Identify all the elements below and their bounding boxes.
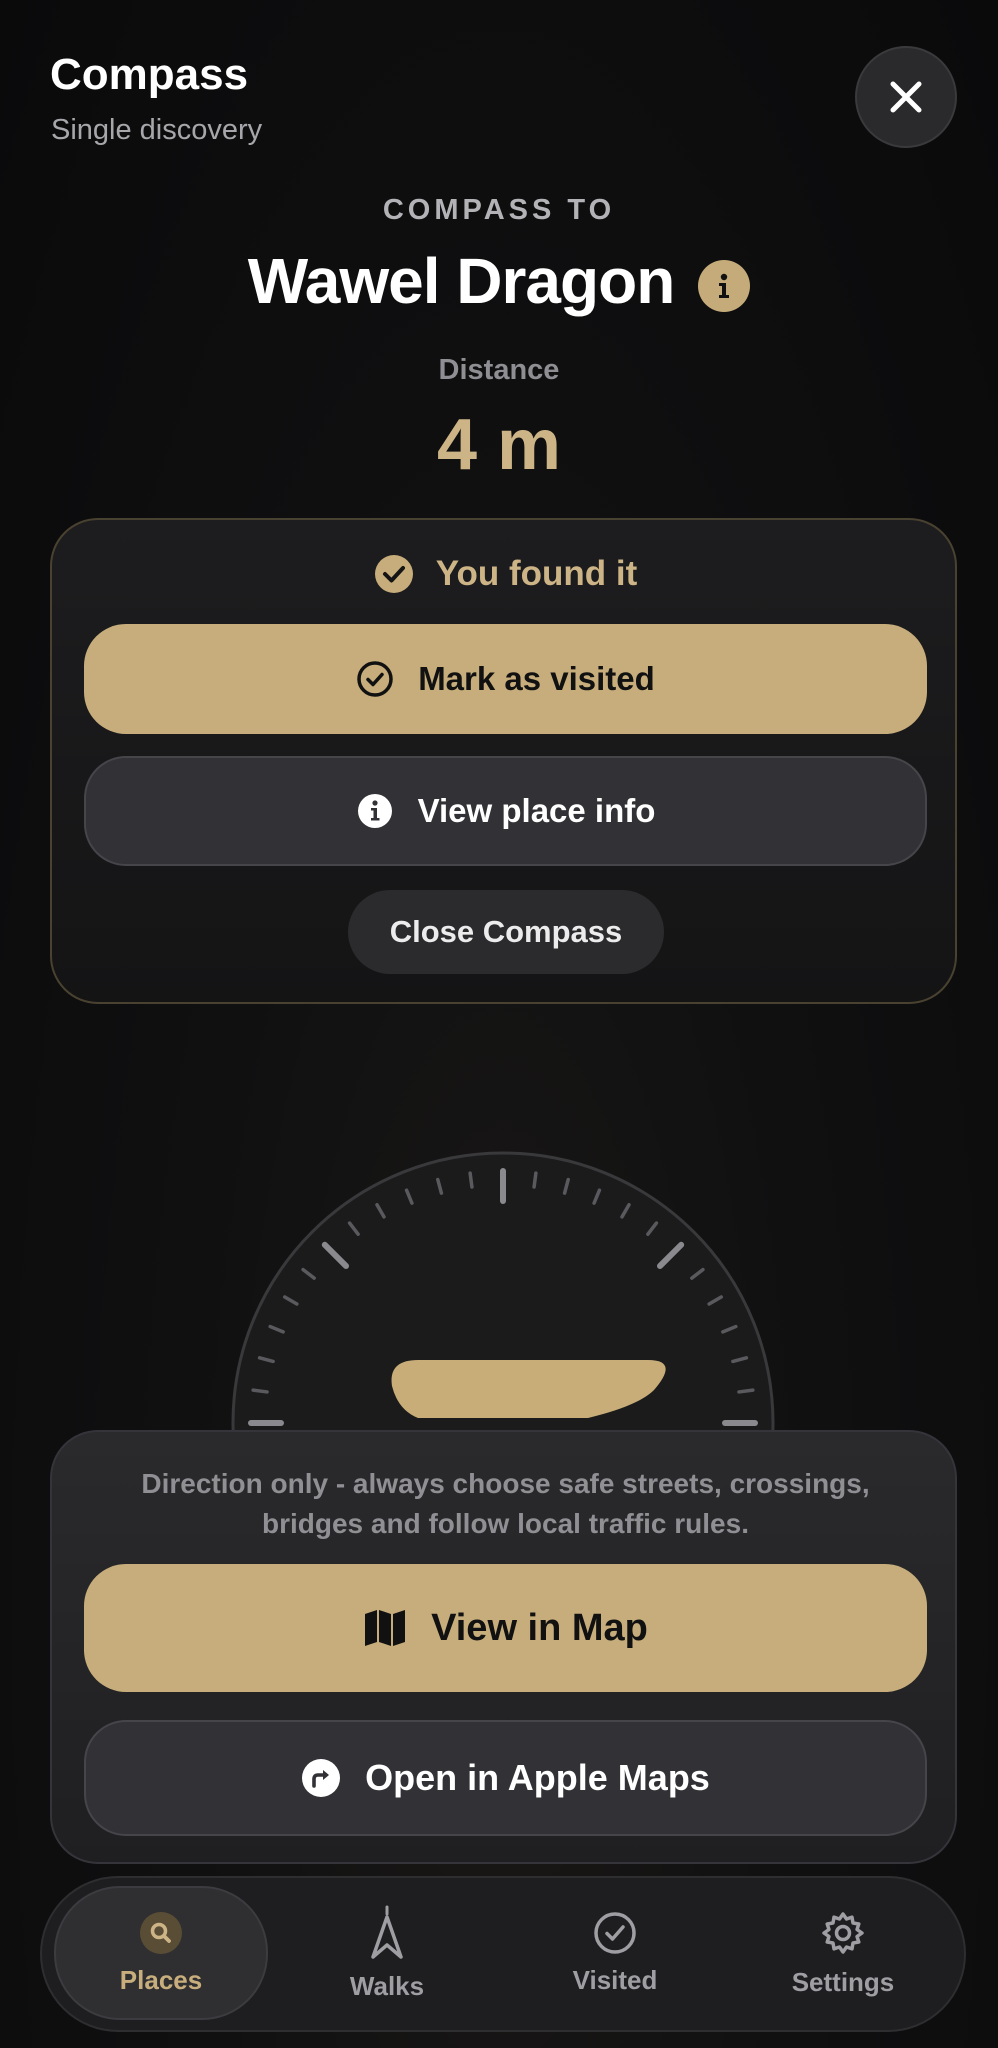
screen-subtitle: Single discovery	[51, 114, 263, 146]
found-card: You found it Mark as visited View place …	[50, 518, 957, 1004]
open-apple-maps-button[interactable]: Open in Apple Maps	[84, 1720, 927, 1836]
search-icon	[140, 1911, 182, 1954]
tab-places[interactable]: Places	[54, 1886, 268, 2020]
tab-settings[interactable]: Settings	[736, 1886, 950, 2020]
mark-visited-label: Mark as visited	[418, 660, 655, 697]
tab-places-label: Places	[119, 1964, 203, 1995]
safety-card: Direction only - always choose safe stre…	[50, 1430, 957, 1864]
view-in-map-label: View in Map	[431, 1606, 648, 1649]
info-circle-icon	[357, 794, 392, 828]
compass-tick	[737, 1388, 755, 1394]
gear-icon	[822, 1911, 864, 1954]
compass-tick	[532, 1171, 538, 1189]
place-title-row: Wawel Dragon	[0, 244, 998, 318]
check-circle-outline-icon	[357, 661, 393, 697]
safety-warning: Direction only - always choose safe stre…	[141, 1468, 870, 1539]
map-icon	[365, 1610, 406, 1646]
compass-dial	[231, 1151, 775, 1438]
check-circle-icon	[374, 555, 413, 593]
navigation-arrow-icon	[371, 1905, 403, 1959]
tab-bar: Places Walks Visited Settings	[40, 1876, 966, 2032]
compass-eyebrow: COMPASS TO	[382, 194, 616, 226]
open-apple-maps-label: Open in Apple Maps	[365, 1757, 710, 1798]
distance-label: Distance	[438, 354, 560, 386]
tab-visited[interactable]: Visited	[508, 1886, 722, 2020]
tab-walks[interactable]: Walks	[280, 1886, 494, 2020]
compass-tick	[468, 1171, 474, 1189]
found-status-text: You found it	[435, 554, 638, 593]
view-place-info-label: View place info	[417, 792, 656, 829]
close-button[interactable]	[855, 46, 957, 148]
compass-tick	[251, 1388, 269, 1394]
view-in-map-button[interactable]: View in Map	[84, 1564, 927, 1692]
check-circle-icon	[594, 1911, 636, 1954]
close-icon	[890, 81, 922, 113]
tab-walks-label: Walks	[349, 1970, 425, 2001]
info-icon	[719, 273, 730, 298]
tab-visited-label: Visited	[572, 1964, 658, 1995]
place-info-button[interactable]	[698, 260, 751, 312]
place-title: Wawel Dragon	[247, 245, 676, 317]
tab-settings-label: Settings	[791, 1966, 895, 1997]
close-compass-button[interactable]: Close Compass	[348, 890, 664, 974]
view-place-info-button[interactable]: View place info	[84, 756, 927, 866]
mark-visited-button[interactable]: Mark as visited	[84, 624, 927, 734]
screen-title: Compass	[50, 50, 249, 99]
distance-value: 4 m	[436, 405, 562, 485]
directions-icon	[302, 1759, 341, 1797]
found-status: You found it	[52, 554, 959, 594]
